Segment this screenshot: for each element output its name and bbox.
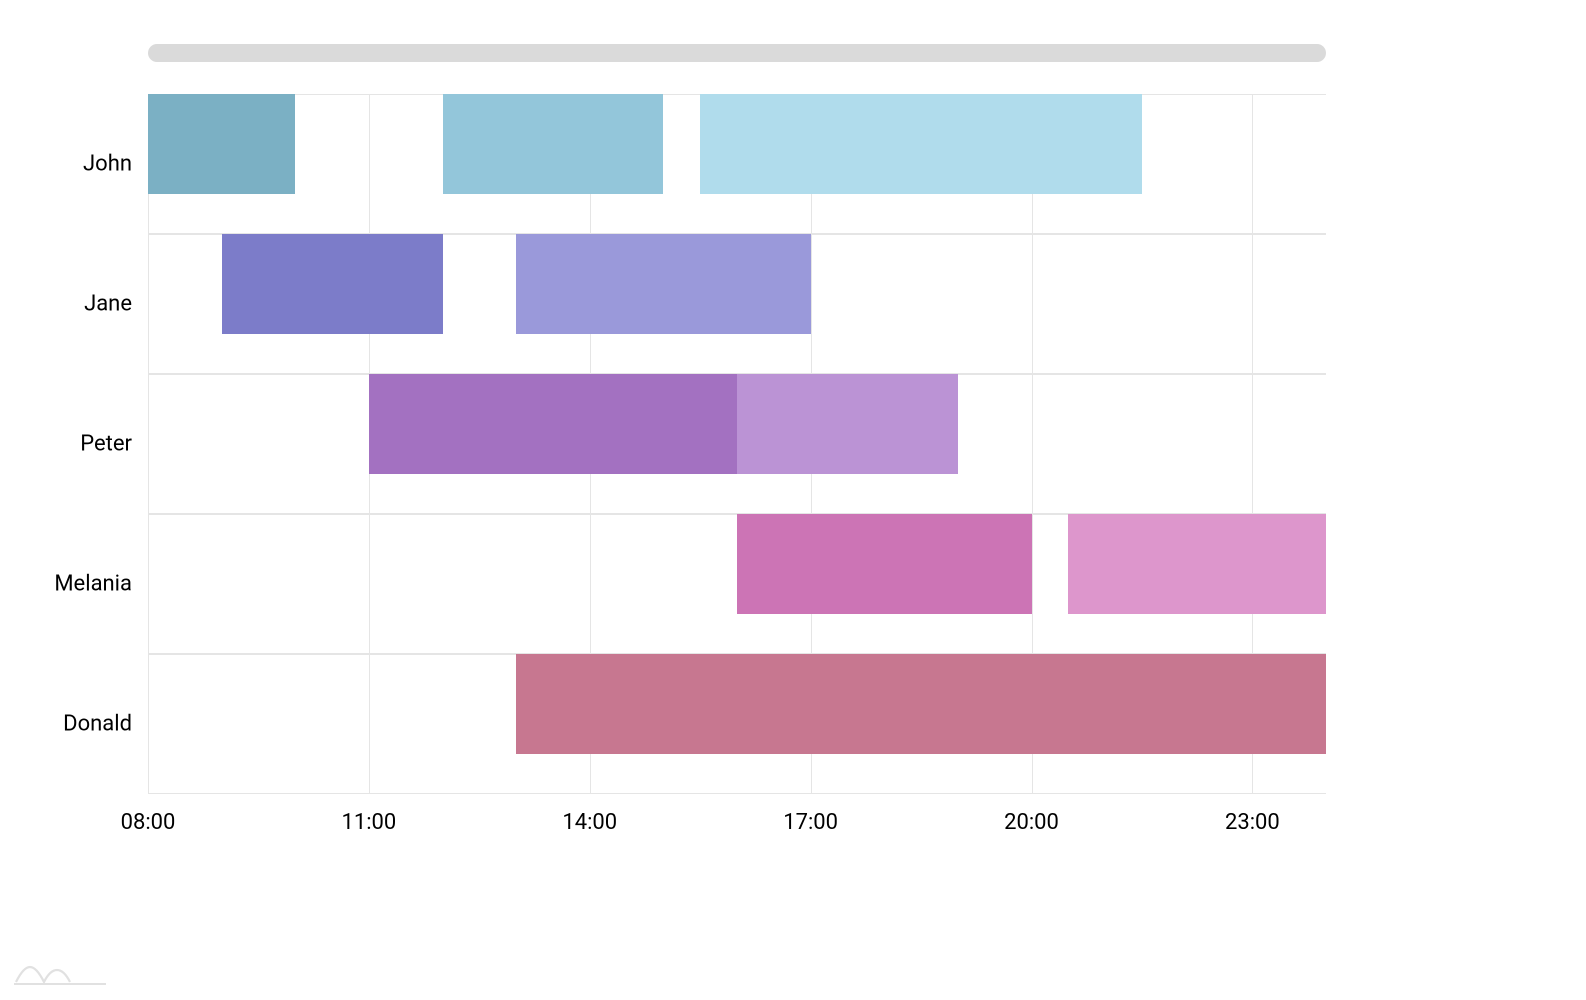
gantt-bar[interactable] [737, 514, 1032, 614]
gantt-bar[interactable] [737, 374, 958, 474]
gantt-bar[interactable] [1068, 514, 1326, 614]
gantt-bar[interactable] [222, 234, 443, 334]
plot-area: JohnJanePeterMelaniaDonald08:0011:0014:0… [148, 94, 1326, 794]
gantt-chart: John Jane Peter Melania Donald 08:00 11:00 14:0… [0, 0, 1586, 1000]
gantt-bar[interactable] [516, 654, 1326, 754]
x-axis-tick-label: 14:00 [562, 810, 617, 835]
grid-line [148, 94, 149, 794]
gantt-bar[interactable] [148, 94, 295, 194]
row-label: Jane [84, 292, 132, 317]
x-axis-tick-label: 08:00 [121, 810, 176, 835]
gantt-bar[interactable] [443, 94, 664, 194]
x-axis-tick-label: 17:00 [783, 810, 838, 835]
row-label: John [83, 152, 132, 177]
x-axis-tick-label: 20:00 [1004, 810, 1059, 835]
row-label: Melania [54, 572, 132, 597]
x-axis-tick-label: 23:00 [1225, 810, 1280, 835]
row-label: Peter [80, 432, 132, 457]
gantt-bar[interactable] [516, 234, 811, 334]
chart-scrollbar[interactable] [148, 44, 1326, 62]
gantt-bar[interactable] [700, 94, 1142, 194]
x-axis-tick-label: 11:00 [341, 810, 396, 835]
gantt-bar[interactable] [369, 374, 737, 474]
amcharts-logo[interactable] [14, 956, 106, 986]
row-label: Donald [63, 712, 132, 737]
